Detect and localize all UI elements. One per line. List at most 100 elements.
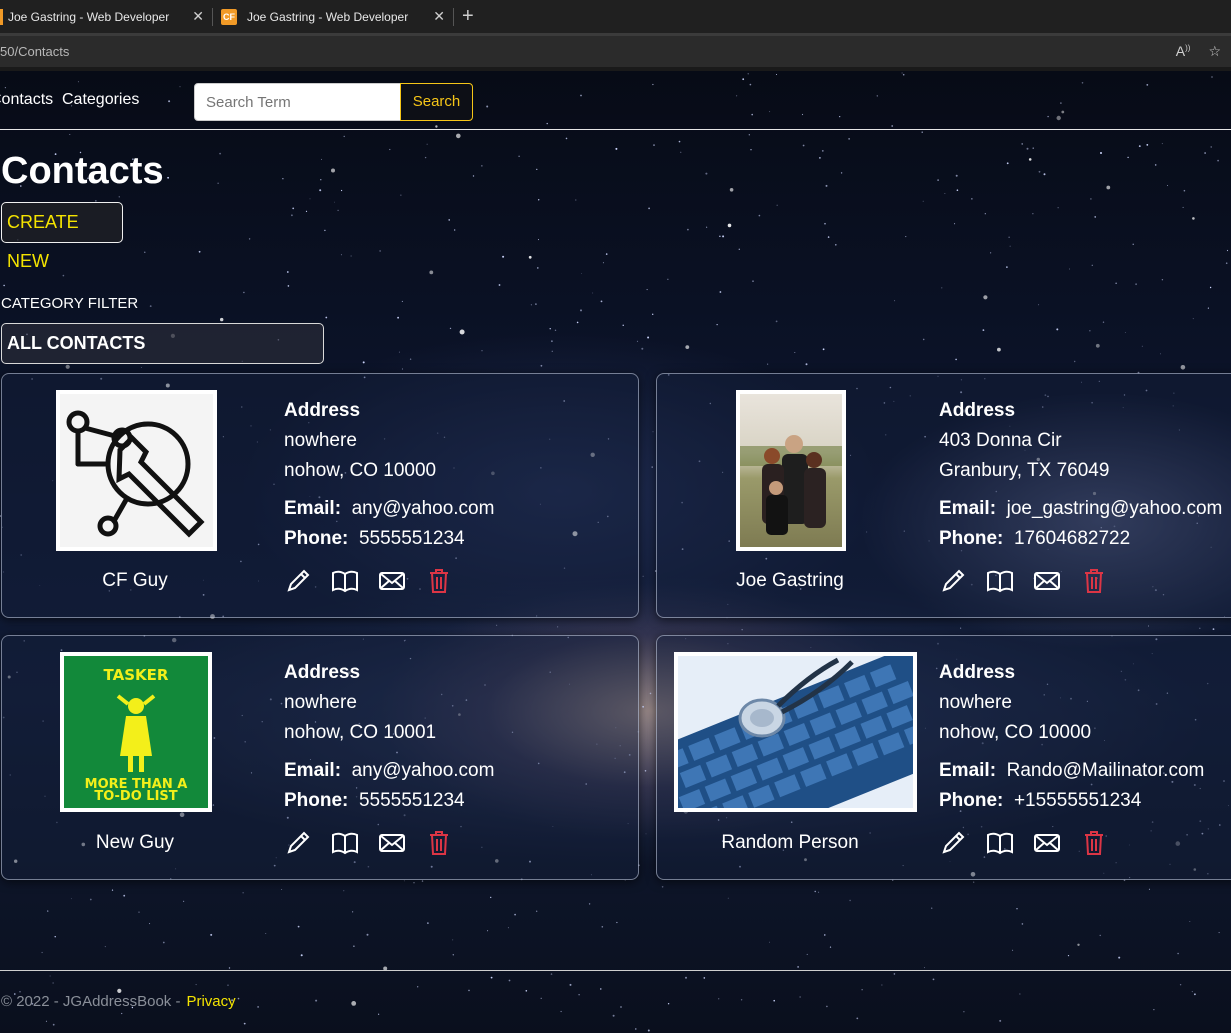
star xyxy=(1009,245,1011,247)
close-tab-icon[interactable]: ✕ xyxy=(192,8,204,25)
star xyxy=(1153,1009,1155,1011)
category-filter-select[interactable]: ALL CONTACTS xyxy=(1,323,324,364)
star xyxy=(1192,217,1195,220)
star xyxy=(144,251,146,253)
star xyxy=(315,999,318,1002)
star xyxy=(921,131,923,133)
star xyxy=(999,1019,1002,1022)
star xyxy=(1146,144,1149,146)
contact-info: Address nowhere nohow, CO 10000 Email: R… xyxy=(939,658,1204,816)
envelope-icon[interactable] xyxy=(1033,567,1061,595)
star xyxy=(1194,993,1196,996)
book-icon[interactable] xyxy=(331,829,359,857)
star xyxy=(955,174,958,177)
book-icon[interactable] xyxy=(986,829,1014,857)
address-line-1: nowhere xyxy=(284,430,357,451)
search-button[interactable]: Search xyxy=(400,83,473,121)
book-icon[interactable] xyxy=(986,567,1014,595)
phone-label: Phone: xyxy=(939,790,1004,811)
star xyxy=(605,253,608,255)
address-bar[interactable]: 50/Contacts A)) ☆ xyxy=(0,36,1231,67)
footer-divider xyxy=(0,970,1231,971)
star xyxy=(706,226,708,228)
trash-icon[interactable] xyxy=(425,829,453,857)
star xyxy=(337,209,339,212)
star xyxy=(508,979,511,982)
star xyxy=(769,941,770,943)
star xyxy=(758,214,761,217)
star xyxy=(835,244,837,246)
star xyxy=(718,998,720,1000)
star xyxy=(551,340,553,343)
star xyxy=(49,975,51,977)
favorite-star-icon[interactable]: ☆ xyxy=(1208,43,1221,60)
star xyxy=(1124,332,1126,333)
edit-icon[interactable] xyxy=(939,567,967,595)
star xyxy=(750,149,752,151)
star xyxy=(794,352,796,353)
star xyxy=(321,158,322,160)
star xyxy=(217,182,219,184)
star xyxy=(448,219,451,221)
star xyxy=(325,316,328,319)
envelope-icon[interactable] xyxy=(378,567,406,595)
phone-label: Phone: xyxy=(284,528,349,549)
star xyxy=(767,363,769,365)
envelope-icon[interactable] xyxy=(378,829,406,857)
close-tab-icon[interactable]: ✕ xyxy=(433,8,445,25)
star xyxy=(421,880,424,882)
book-icon[interactable] xyxy=(331,567,359,595)
star xyxy=(1089,330,1091,332)
star xyxy=(661,886,664,888)
star xyxy=(551,350,553,352)
star xyxy=(1218,932,1220,934)
star xyxy=(818,891,820,893)
edit-icon[interactable] xyxy=(284,829,312,857)
nav-categories-link[interactable]: Categories xyxy=(62,91,139,109)
star xyxy=(829,946,832,948)
contact-actions xyxy=(284,829,453,857)
star xyxy=(806,953,808,955)
star xyxy=(426,143,428,145)
star xyxy=(343,135,345,138)
star xyxy=(1161,279,1164,281)
category-filter-label: CATEGORY FILTER xyxy=(1,295,139,312)
contact-info: Address nowhere nohow, CO 10000 Email: a… xyxy=(284,396,494,554)
edit-icon[interactable] xyxy=(284,567,312,595)
star xyxy=(424,156,427,159)
privacy-link[interactable]: Privacy xyxy=(186,993,235,1010)
star xyxy=(340,254,342,256)
star xyxy=(70,898,72,900)
edit-icon[interactable] xyxy=(939,829,967,857)
star xyxy=(525,990,528,992)
envelope-icon[interactable] xyxy=(1033,829,1061,857)
star xyxy=(183,900,185,902)
url-text[interactable]: 50/Contacts xyxy=(0,44,1176,59)
star xyxy=(881,984,883,986)
star xyxy=(848,138,850,140)
star xyxy=(932,978,935,981)
star xyxy=(265,933,267,934)
nav-contacts-link[interactable]: Contacts xyxy=(0,91,53,109)
star xyxy=(1154,164,1157,166)
star xyxy=(554,329,557,331)
search-input[interactable] xyxy=(194,83,401,121)
read-aloud-icon[interactable]: A)) xyxy=(1176,43,1191,60)
trash-icon[interactable] xyxy=(425,567,453,595)
star xyxy=(645,833,647,835)
star xyxy=(647,1029,650,1032)
star xyxy=(1038,170,1041,173)
star xyxy=(300,954,303,957)
trash-icon[interactable] xyxy=(1080,567,1108,595)
new-tab-icon[interactable]: + xyxy=(462,5,474,28)
star xyxy=(1006,162,1009,165)
create-new-button[interactable]: CREATE NEW xyxy=(1,202,123,271)
browser-tab[interactable]: CF Joe Gastring - Web Developer ✕ xyxy=(213,0,453,33)
star xyxy=(429,270,434,275)
browser-tab[interactable]: Joe Gastring - Web Developer ✕ xyxy=(0,0,212,33)
address-label: Address xyxy=(939,662,1016,683)
star xyxy=(982,329,985,331)
star xyxy=(518,155,520,157)
trash-icon[interactable] xyxy=(1080,829,1108,857)
star xyxy=(1021,143,1023,145)
